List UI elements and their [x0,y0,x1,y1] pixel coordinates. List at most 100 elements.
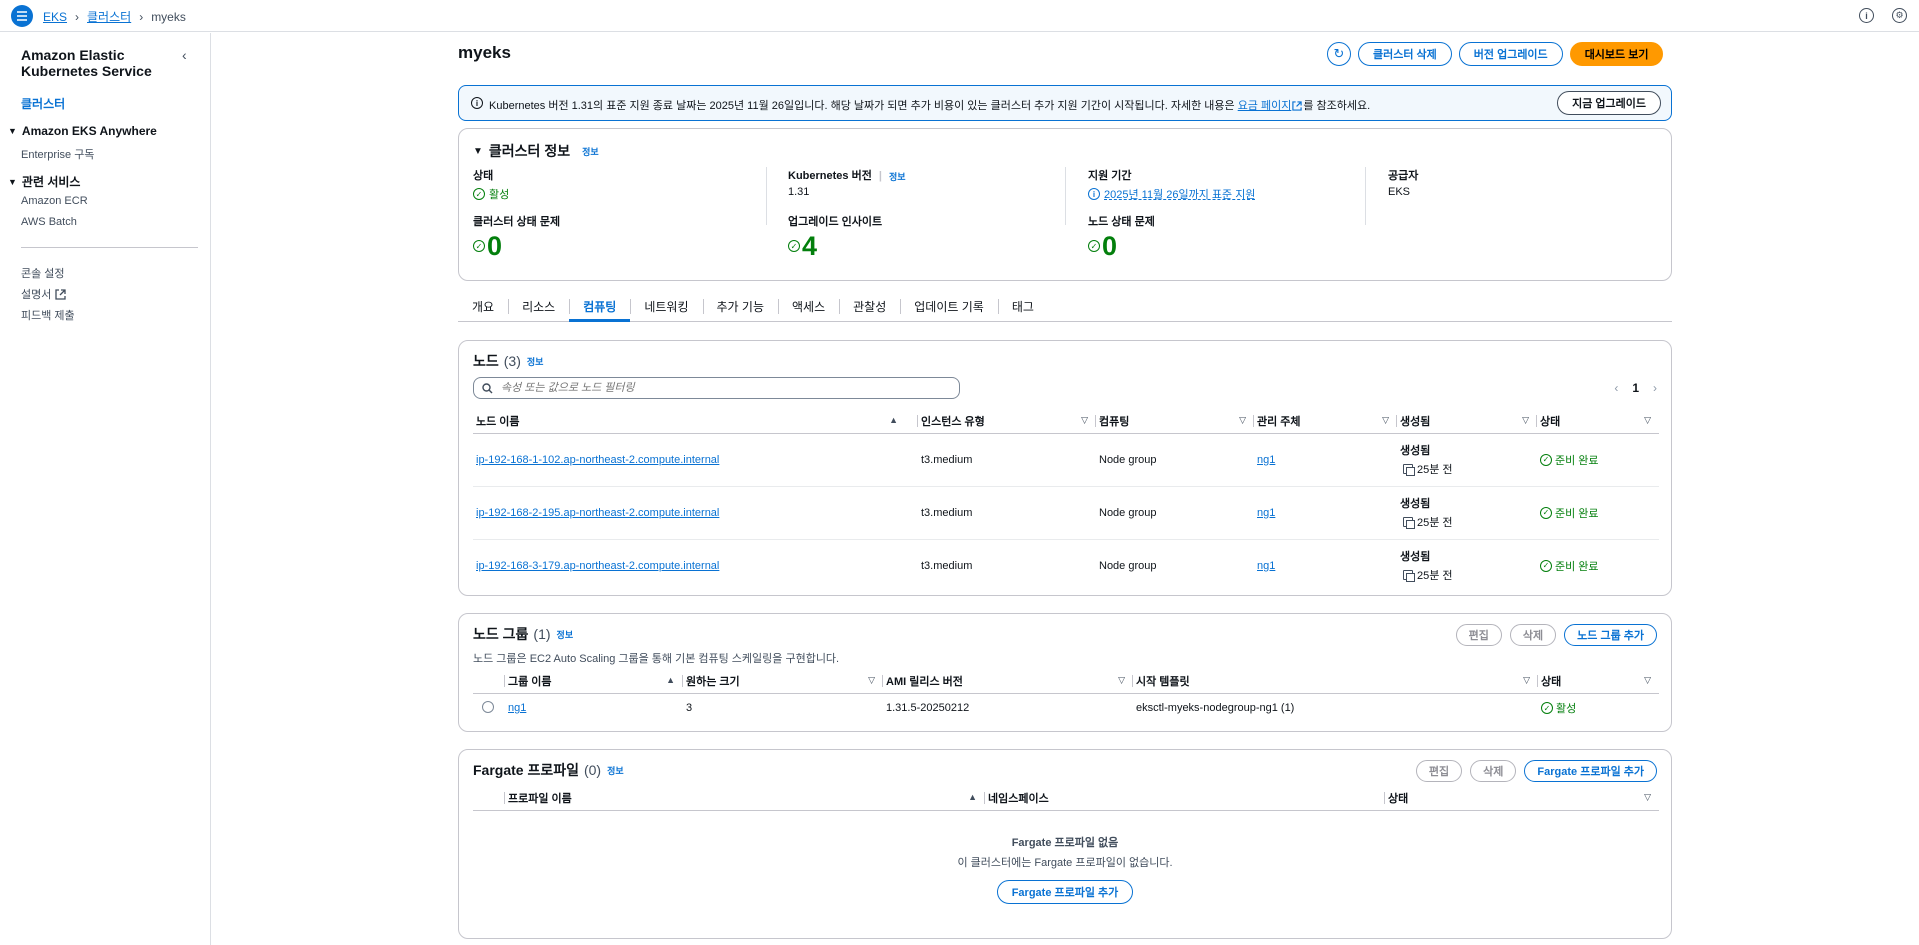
node-health-value[interactable]: ✓ 0 [1088,231,1155,261]
column-header-ami-version[interactable]: AMI 릴리스 버전 ▽ [883,669,1133,694]
external-link-icon [55,288,67,300]
copy-icon[interactable] [1403,570,1415,583]
info-link[interactable]: 정보 [557,628,574,641]
column-divider [766,167,767,225]
column-header-select [473,669,505,694]
view-dashboard-button[interactable]: 대시보드 보기 [1569,42,1664,66]
breadcrumb-eks[interactable]: EKS [43,10,67,24]
tab-observability[interactable]: 관찰성 [839,291,900,321]
managed-by-link[interactable]: ng1 [1257,454,1275,466]
sidebar-item-feedback[interactable]: 피드백 제출 [21,307,75,323]
collapse-sidebar-icon[interactable]: ‹ [182,47,187,63]
sidebar-item-console-settings[interactable]: 콘솔 설정 [21,265,65,281]
sidebar-section-eks-anywhere[interactable]: ▼ Amazon EKS Anywhere [8,124,157,138]
refresh-icon[interactable]: ↻ [1327,42,1351,66]
tab-access[interactable]: 액세스 [778,291,839,321]
info-link[interactable]: 정보 [889,172,906,182]
node-search[interactable] [473,377,960,399]
provider-field: 공급자 EKS [1388,167,1418,198]
column-header-profile-name[interactable]: 프로파일 이름 ▲ [505,786,985,811]
column-header-namespace[interactable]: 네임스페이스 [985,786,1385,811]
info-link[interactable]: 정보 [582,145,599,158]
compute-cell: Node group [1096,486,1254,540]
column-header-instance-type[interactable]: 인스턴스 유형 ▽ [918,409,1096,434]
column-header-status[interactable]: 상태 ▽ [1538,669,1659,694]
sidebar: Amazon Elastic Kubernetes Service ‹ 클러스터… [0,33,211,945]
cluster-info-heading[interactable]: ▼ 클러스터 정보 정보 [473,141,599,161]
upgrade-insights-value[interactable]: ✓ 4 [788,231,882,261]
support-period-link[interactable]: 2025년 11월 26일까지 표준 지원 [1104,186,1255,202]
node-health-count: 0 [1102,231,1118,261]
chevron-left-icon[interactable]: ‹ [1614,381,1618,395]
edit-fargate-button[interactable]: 편집 [1415,760,1463,782]
instance-type-cell: t3.medium [921,559,973,572]
breadcrumb-clusters[interactable]: 클러스터 [87,8,131,25]
row-select-radio[interactable] [482,700,494,713]
column-header-node-name[interactable]: 노드 이름 ▲ [473,409,918,434]
column-header-desired-size[interactable]: 원하는 크기 ▽ [683,669,883,694]
column-header-managed-by[interactable]: 관리 주체 ▽ [1254,409,1397,434]
delete-cluster-button[interactable]: 클러스터 삭제 [1358,42,1452,66]
managed-by-link[interactable]: ng1 [1257,507,1275,519]
menu-icon[interactable] [11,5,33,27]
tab-update-history[interactable]: 업데이트 기록 [900,291,998,321]
banner-text-part: 를 참조하세요. [1303,100,1371,112]
created-cell: 생성됨 25분 전 [1397,433,1537,487]
column-header-status[interactable]: 상태 ▽ [1385,786,1659,811]
tab-resources[interactable]: 리소스 [508,291,569,321]
sidebar-item-enterprise[interactable]: Enterprise 구독 [21,146,94,162]
status-label: 상태 [473,170,494,182]
column-header-launch-template[interactable]: 시작 템플릿 ▽ [1133,669,1538,694]
check-circle-icon: ✓ [1541,702,1553,715]
sidebar-item-clusters[interactable]: 클러스터 [21,95,65,112]
page-number[interactable]: 1 [1632,381,1639,395]
tab-networking[interactable]: 네트워킹 [630,291,702,321]
copy-icon[interactable] [1403,464,1415,476]
breadcrumb-current: myeks [151,9,186,24]
sidebar-title: Amazon Elastic Kubernetes Service [21,47,152,79]
empty-state-description: 이 클러스터에는 Fargate 프로파일이 없습니다. [957,857,1173,869]
sidebar-item-ecr[interactable]: Amazon ECR [21,195,88,207]
tab-tags[interactable]: 태그 [997,291,1048,321]
add-fargate-profile-button[interactable]: Fargate 프로파일 추가 [1524,760,1657,782]
add-node-group-button[interactable]: 노드 그룹 추가 [1564,624,1657,646]
check-circle-icon: ✓ [473,240,485,252]
add-fargate-profile-empty-button[interactable]: Fargate 프로파일 추가 [996,880,1134,904]
copy-icon[interactable] [1403,517,1415,529]
launch-template-cell: eksctl-myeks-nodegroup-ng1 (1) [1136,702,1295,715]
edit-node-group-button[interactable]: 편집 [1455,624,1502,646]
cluster-health-value[interactable]: ✓ 0 [473,231,560,261]
info-link[interactable]: 정보 [607,764,624,777]
node-search-input[interactable] [499,381,939,395]
chevron-right-icon[interactable]: › [1653,381,1657,395]
pricing-page-link[interactable]: 요금 페이지 [1238,100,1292,112]
pagination: ‹ 1 › [1614,381,1657,395]
upgrade-now-button[interactable]: 지금 업그레이드 [1557,91,1661,115]
column-header-created[interactable]: 생성됨 ▽ [1397,409,1537,434]
settings-icon[interactable]: ⚙ [1892,8,1907,23]
sidebar-section-related-services[interactable]: ▼ 관련 서비스 [8,173,80,190]
tab-compute[interactable]: 컴퓨팅 [569,291,631,322]
delete-fargate-button[interactable]: 삭제 [1470,760,1517,782]
column-header-compute[interactable]: 컴퓨팅 ▽ [1096,409,1254,434]
tab-addons[interactable]: 추가 기능 [702,291,779,321]
node-name-link[interactable]: ip-192-168-2-195.ap-northeast-2.compute.… [476,507,719,519]
node-name-link[interactable]: ip-192-168-3-179.ap-northeast-2.compute.… [476,560,719,572]
group-name-link[interactable]: ng1 [508,702,526,714]
sidebar-item-docs[interactable]: 설명서 [21,286,67,302]
sidebar-item-batch[interactable]: AWS Batch [21,216,77,228]
tab-overview[interactable]: 개요 [458,291,508,321]
column-header-group-name[interactable]: 그룹 이름 ▲ [505,669,683,694]
top-navigation-bar: EKS › 클러스터 › myeks i ⚙ [0,0,1919,32]
delete-node-group-button[interactable]: 삭제 [1509,624,1557,646]
node-name-link[interactable]: ip-192-168-1-102.ap-northeast-2.compute.… [476,454,719,466]
managed-by-link[interactable]: ng1 [1257,560,1275,572]
support-period-value[interactable]: i 2025년 11월 26일까지 표준 지원 [1088,186,1255,202]
upgrade-version-button[interactable]: 버전 업그레이드 [1458,42,1563,66]
column-divider [1065,167,1066,225]
info-link[interactable]: 정보 [527,355,544,368]
info-icon[interactable]: i [1859,8,1874,23]
info-icon: i [471,97,483,109]
status-text: 준비 완료 [1555,560,1599,573]
column-header-status[interactable]: 상태 ▽ [1537,409,1659,434]
